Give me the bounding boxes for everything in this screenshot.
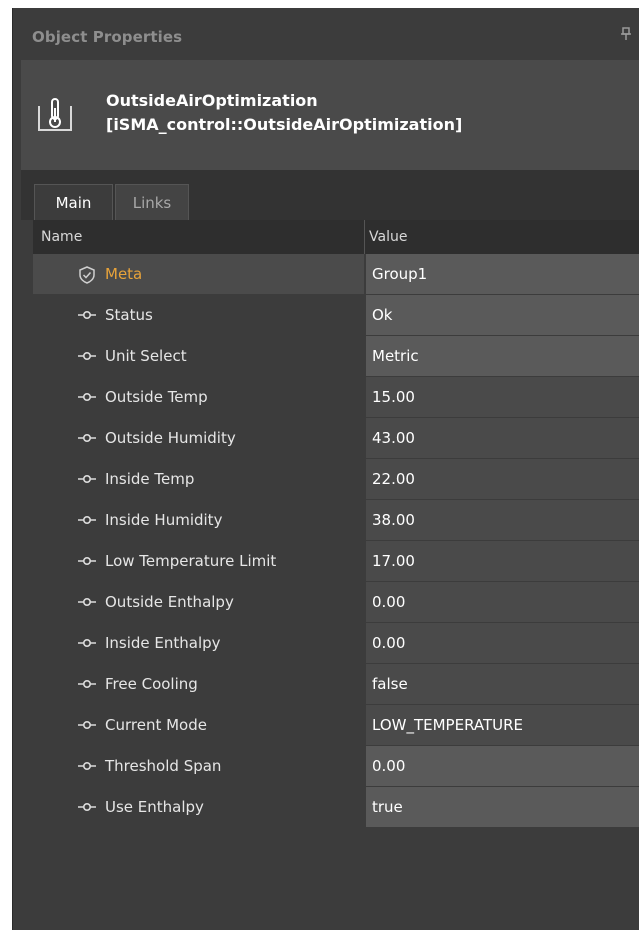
row-name: Inside Temp (99, 459, 364, 499)
row-name: Current Mode (99, 705, 364, 745)
object-type: [iSMA_control::OutsideAirOptimization] (106, 115, 463, 134)
row-name: Outside Humidity (99, 418, 364, 458)
panel-titlebar: Object Properties (13, 8, 639, 60)
column-divider[interactable] (364, 220, 365, 254)
slot-pin-icon (77, 348, 97, 364)
row-value[interactable]: LOW_TEMPERATURE (366, 705, 639, 745)
table-row[interactable]: Inside Enthalpy 0.00 (33, 623, 639, 664)
row-value[interactable]: 0.00 (366, 623, 639, 663)
row-value[interactable]: 0.00 (366, 746, 639, 786)
row-value[interactable]: true (366, 787, 639, 827)
tab-bar: Main Links (21, 170, 639, 220)
tab-main[interactable]: Main (34, 184, 113, 220)
table-row[interactable]: Outside Humidity 43.00 (33, 418, 639, 459)
slot-pin-icon (77, 307, 97, 323)
table-row[interactable]: Outside Temp 15.00 (33, 377, 639, 418)
row-name: Status (99, 295, 364, 335)
slot-pin-icon (77, 635, 97, 651)
panel-title: Object Properties (32, 28, 183, 46)
slot-pin-icon (77, 594, 97, 610)
row-value[interactable]: 17.00 (366, 541, 639, 581)
grid-column-header: Name Value (33, 220, 639, 254)
slot-pin-icon (77, 758, 97, 774)
table-row[interactable]: Outside Enthalpy 0.00 (33, 582, 639, 623)
row-value[interactable]: false (366, 664, 639, 704)
row-name: Free Cooling (99, 664, 364, 704)
object-name: OutsideAirOptimization (106, 91, 318, 110)
tab-links[interactable]: Links (115, 184, 189, 220)
grid-rows: Meta Group1 Status Ok Unit Select Metric (33, 254, 639, 828)
table-row[interactable]: Meta Group1 (33, 254, 639, 295)
table-row[interactable]: Threshold Span 0.00 (33, 746, 639, 787)
table-row[interactable]: Use Enthalpy true (33, 787, 639, 828)
slot-pin-icon (77, 512, 97, 528)
table-row[interactable]: Inside Temp 22.00 (33, 459, 639, 500)
table-row[interactable]: Unit Select Metric (33, 336, 639, 377)
row-name: Use Enthalpy (99, 787, 364, 827)
row-name: Threshold Span (99, 746, 364, 786)
row-value[interactable]: 43.00 (366, 418, 639, 458)
table-row[interactable]: Inside Humidity 38.00 (33, 500, 639, 541)
slot-pin-icon (77, 553, 97, 569)
table-row[interactable]: Low Temperature Limit 17.00 (33, 541, 639, 582)
properties-grid: Name Value Meta Group1 Status Ok Unit Se… (21, 220, 639, 930)
row-name: Unit Select (99, 336, 364, 376)
column-header-name[interactable]: Name (41, 229, 82, 245)
row-value[interactable]: 0.00 (366, 582, 639, 622)
thermometer-icon (35, 94, 75, 134)
row-value[interactable]: Metric (366, 336, 639, 376)
slot-pin-icon (77, 676, 97, 692)
slot-pin-icon (77, 471, 97, 487)
slot-pin-icon (77, 430, 97, 446)
shield-check-icon (77, 266, 97, 284)
pin-icon[interactable] (620, 27, 632, 45)
slot-pin-icon (77, 389, 97, 405)
table-row[interactable]: Current Mode LOW_TEMPERATURE (33, 705, 639, 746)
row-name: Low Temperature Limit (99, 541, 364, 581)
table-row[interactable]: Status Ok (33, 295, 639, 336)
slot-pin-icon (77, 717, 97, 733)
row-value[interactable]: 22.00 (366, 459, 639, 499)
row-value[interactable]: Group1 (366, 254, 639, 294)
row-value[interactable]: 38.00 (366, 500, 639, 540)
row-name: Inside Humidity (99, 500, 364, 540)
slot-pin-icon (77, 799, 97, 815)
row-value[interactable]: 15.00 (366, 377, 639, 417)
row-name: Outside Enthalpy (99, 582, 364, 622)
row-name: Outside Temp (99, 377, 364, 417)
row-value[interactable]: Ok (366, 295, 639, 335)
row-name: Meta (99, 254, 364, 294)
object-header: OutsideAirOptimization [iSMA_control::Ou… (21, 60, 639, 170)
object-properties-panel: Object Properties OutsideAirOptimization… (12, 8, 639, 930)
table-row[interactable]: Free Cooling false (33, 664, 639, 705)
column-header-value[interactable]: Value (369, 229, 407, 245)
row-name: Inside Enthalpy (99, 623, 364, 663)
